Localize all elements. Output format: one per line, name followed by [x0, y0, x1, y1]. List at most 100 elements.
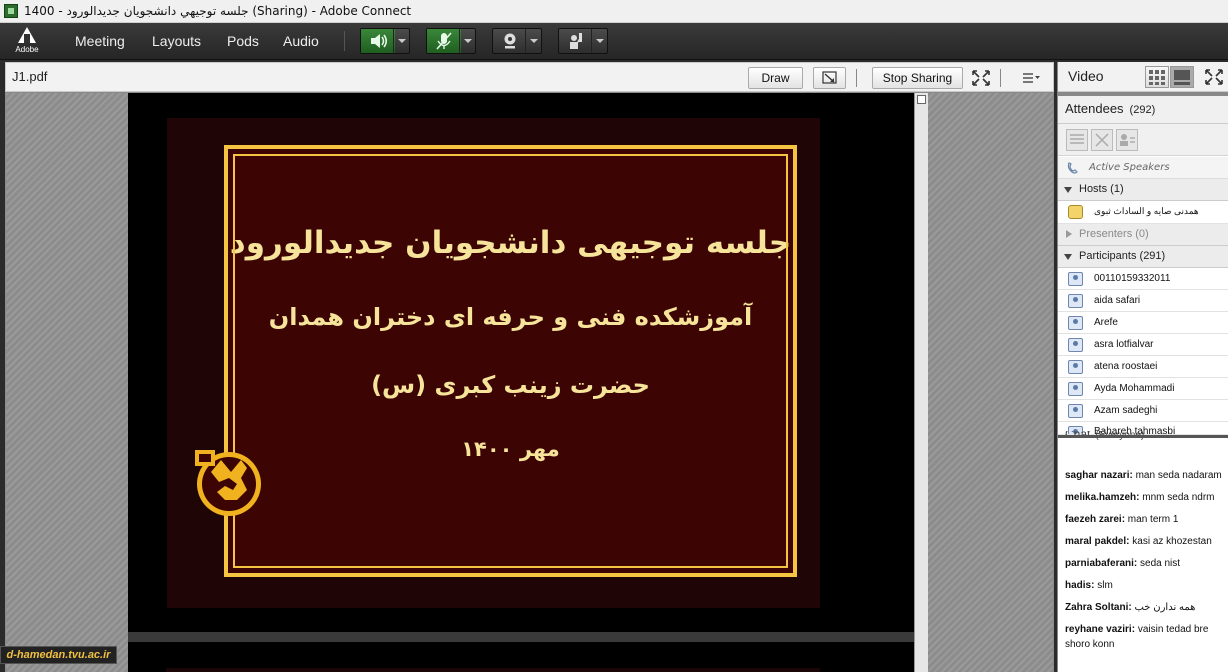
microphone-dropdown-chevron-icon[interactable]: [459, 29, 475, 53]
host-name: همدنی صایه و الساداث ثبوی: [1094, 206, 1199, 216]
chat-text: man term 1: [1125, 514, 1179, 525]
slide-subtitle: آموزشکده فنی و حرفه ای دختران همدان: [268, 303, 753, 331]
participant-row[interactable]: Azam sadeghi: [1058, 400, 1228, 422]
status-view-icon[interactable]: [1091, 129, 1113, 151]
adobe-logo-icon: Adobe: [14, 27, 40, 57]
filmstrip-view-icon[interactable]: [1170, 66, 1194, 88]
slide-title: جلسه توجیهی دانشجویان جدیدالورود: [229, 225, 792, 261]
participant-icon: [1068, 338, 1083, 352]
chat-sender: reyhane vaziri:: [1065, 624, 1136, 635]
menu-bar: Adobe Meeting Layouts Pods Audio: [0, 23, 1228, 60]
microphone-button[interactable]: [426, 28, 476, 54]
raise-hand-button[interactable]: [558, 28, 608, 54]
header-separator: [856, 69, 857, 87]
adobe-connect-app-icon: [4, 4, 18, 18]
stop-sharing-button[interactable]: Stop Sharing: [872, 67, 963, 89]
header-separator: [1000, 69, 1001, 87]
participant-icon: [1068, 382, 1083, 396]
expanded-triangle-icon: [1064, 254, 1072, 260]
video-pod-header: Video: [1058, 62, 1228, 92]
chat-messages: saghar nazari: man seda nadaram melika.h…: [1058, 451, 1228, 672]
participant-name: Arefe: [1094, 317, 1118, 328]
menu-meeting[interactable]: Meeting: [75, 23, 125, 59]
webcam-icon: [493, 29, 527, 53]
attendee-options-icon[interactable]: [1116, 129, 1138, 151]
participants-section[interactable]: Participants (291): [1058, 246, 1228, 268]
collapsed-triangle-icon: [1066, 230, 1072, 238]
sync-pointer-button[interactable]: [813, 67, 846, 89]
participant-name: aida safari: [1094, 295, 1141, 306]
participant-row[interactable]: aida safari: [1058, 290, 1228, 312]
window-title: 1400 - جلسه توجيهي دانشجويان جديدالورود …: [24, 4, 412, 18]
active-speakers-row: Active Speakers: [1058, 157, 1228, 179]
chat-message: faezeh zarei: man term 1: [1065, 512, 1228, 527]
speaker-icon: [361, 29, 395, 53]
participant-row[interactable]: 00110159332011: [1058, 268, 1228, 290]
menu-layouts[interactable]: Layouts: [152, 23, 201, 59]
video-pod-title: Video: [1068, 68, 1104, 84]
grid-view-icon[interactable]: [1145, 66, 1169, 88]
chat-message: reyhane vaziri: vaisin tedad bre: [1065, 622, 1228, 637]
chat-message: Zahra Soltani: همه ندارن خب: [1065, 600, 1228, 615]
pod-options-menu-icon[interactable]: [1020, 69, 1042, 87]
menu-audio[interactable]: Audio: [283, 23, 319, 59]
window-titlebar: 1400 - جلسه توجيهي دانشجويان جديدالورود …: [0, 0, 1228, 23]
chat-message-continuation: shoro konn: [1065, 637, 1228, 652]
chat-message: maral pakdel: kasi az khozestan: [1065, 534, 1228, 549]
chat-message: hadis: slm: [1065, 578, 1228, 593]
host-icon: [1068, 205, 1083, 219]
microphone-muted-icon: [427, 29, 461, 53]
chat-text: kasi az khozestan: [1129, 536, 1212, 547]
list-view-icon[interactable]: [1066, 129, 1088, 151]
participant-name: 00110159332011: [1094, 273, 1171, 284]
participant-row[interactable]: Ayda Mohammadi: [1058, 378, 1228, 400]
expanded-triangle-icon: [1064, 187, 1072, 193]
raise-hand-dropdown-chevron-icon[interactable]: [591, 29, 607, 53]
chat-text: man seda nadaram: [1132, 470, 1222, 481]
fullscreen-icon[interactable]: [970, 68, 992, 88]
attendees-title: Attendees: [1065, 101, 1124, 116]
participant-icon: [1068, 294, 1083, 308]
presenters-section[interactable]: Presenters (0): [1058, 224, 1228, 246]
document-scrollbar[interactable]: [914, 93, 928, 672]
chat-sender: melika.hamzeh:: [1065, 492, 1140, 503]
hosts-label: Hosts (1): [1079, 183, 1124, 195]
chat-sender: parniabaferani:: [1065, 558, 1138, 569]
chat-sender: hadis:: [1065, 580, 1095, 591]
raise-hand-icon: [559, 29, 593, 53]
participant-row[interactable]: asra lotfialvar: [1058, 334, 1228, 356]
chat-sender: saghar nazari:: [1065, 470, 1133, 481]
chat-message: parniabaferani: seda nist: [1065, 556, 1228, 571]
video-fullscreen-icon[interactable]: [1203, 67, 1225, 87]
draw-button[interactable]: Draw: [748, 67, 803, 89]
college-logo-icon: [191, 442, 263, 520]
webcam-dropdown-chevron-icon[interactable]: [525, 29, 541, 53]
participant-icon: [1068, 360, 1083, 374]
attendees-count: (292): [1129, 104, 1156, 116]
host-row[interactable]: همدنی صایه و الساداث ثبوی: [1058, 201, 1228, 224]
chat-text: vaisin tedad bre: [1135, 624, 1209, 635]
share-pod-header: J1.pdf Draw Stop Sharing: [5, 62, 1054, 92]
speaker-dropdown-chevron-icon[interactable]: [393, 29, 409, 53]
presenters-label: Presenters (0): [1079, 228, 1149, 240]
speaker-button[interactable]: [360, 28, 410, 54]
hosts-section[interactable]: Hosts (1): [1058, 179, 1228, 201]
share-pod-title: J1.pdf: [12, 69, 48, 84]
slide-school-name: حضرت زینب کبری (س): [371, 371, 650, 399]
page-divider: [128, 632, 914, 642]
chat-sender: Zahra Soltani:: [1065, 602, 1132, 613]
chat-text: shoro konn: [1065, 639, 1115, 650]
participant-name: Ayda Mohammadi: [1094, 383, 1175, 394]
participant-name: Azam sadeghi: [1094, 405, 1158, 416]
webcam-button[interactable]: [492, 28, 542, 54]
scrollbar-thumb[interactable]: [917, 95, 926, 104]
participant-icon: [1068, 404, 1083, 418]
pointer-sync-icon: [822, 71, 837, 84]
chat-sender: maral pakdel:: [1065, 536, 1130, 547]
participant-row[interactable]: atena roostaei: [1058, 356, 1228, 378]
menu-pods[interactable]: Pods: [227, 23, 259, 59]
participant-row[interactable]: Arefe: [1058, 312, 1228, 334]
adobe-logo-text: Adobe: [15, 45, 39, 54]
chat-sender: faezeh zarei:: [1065, 514, 1126, 525]
attendees-pod-header: Attendees (292): [1058, 96, 1228, 124]
